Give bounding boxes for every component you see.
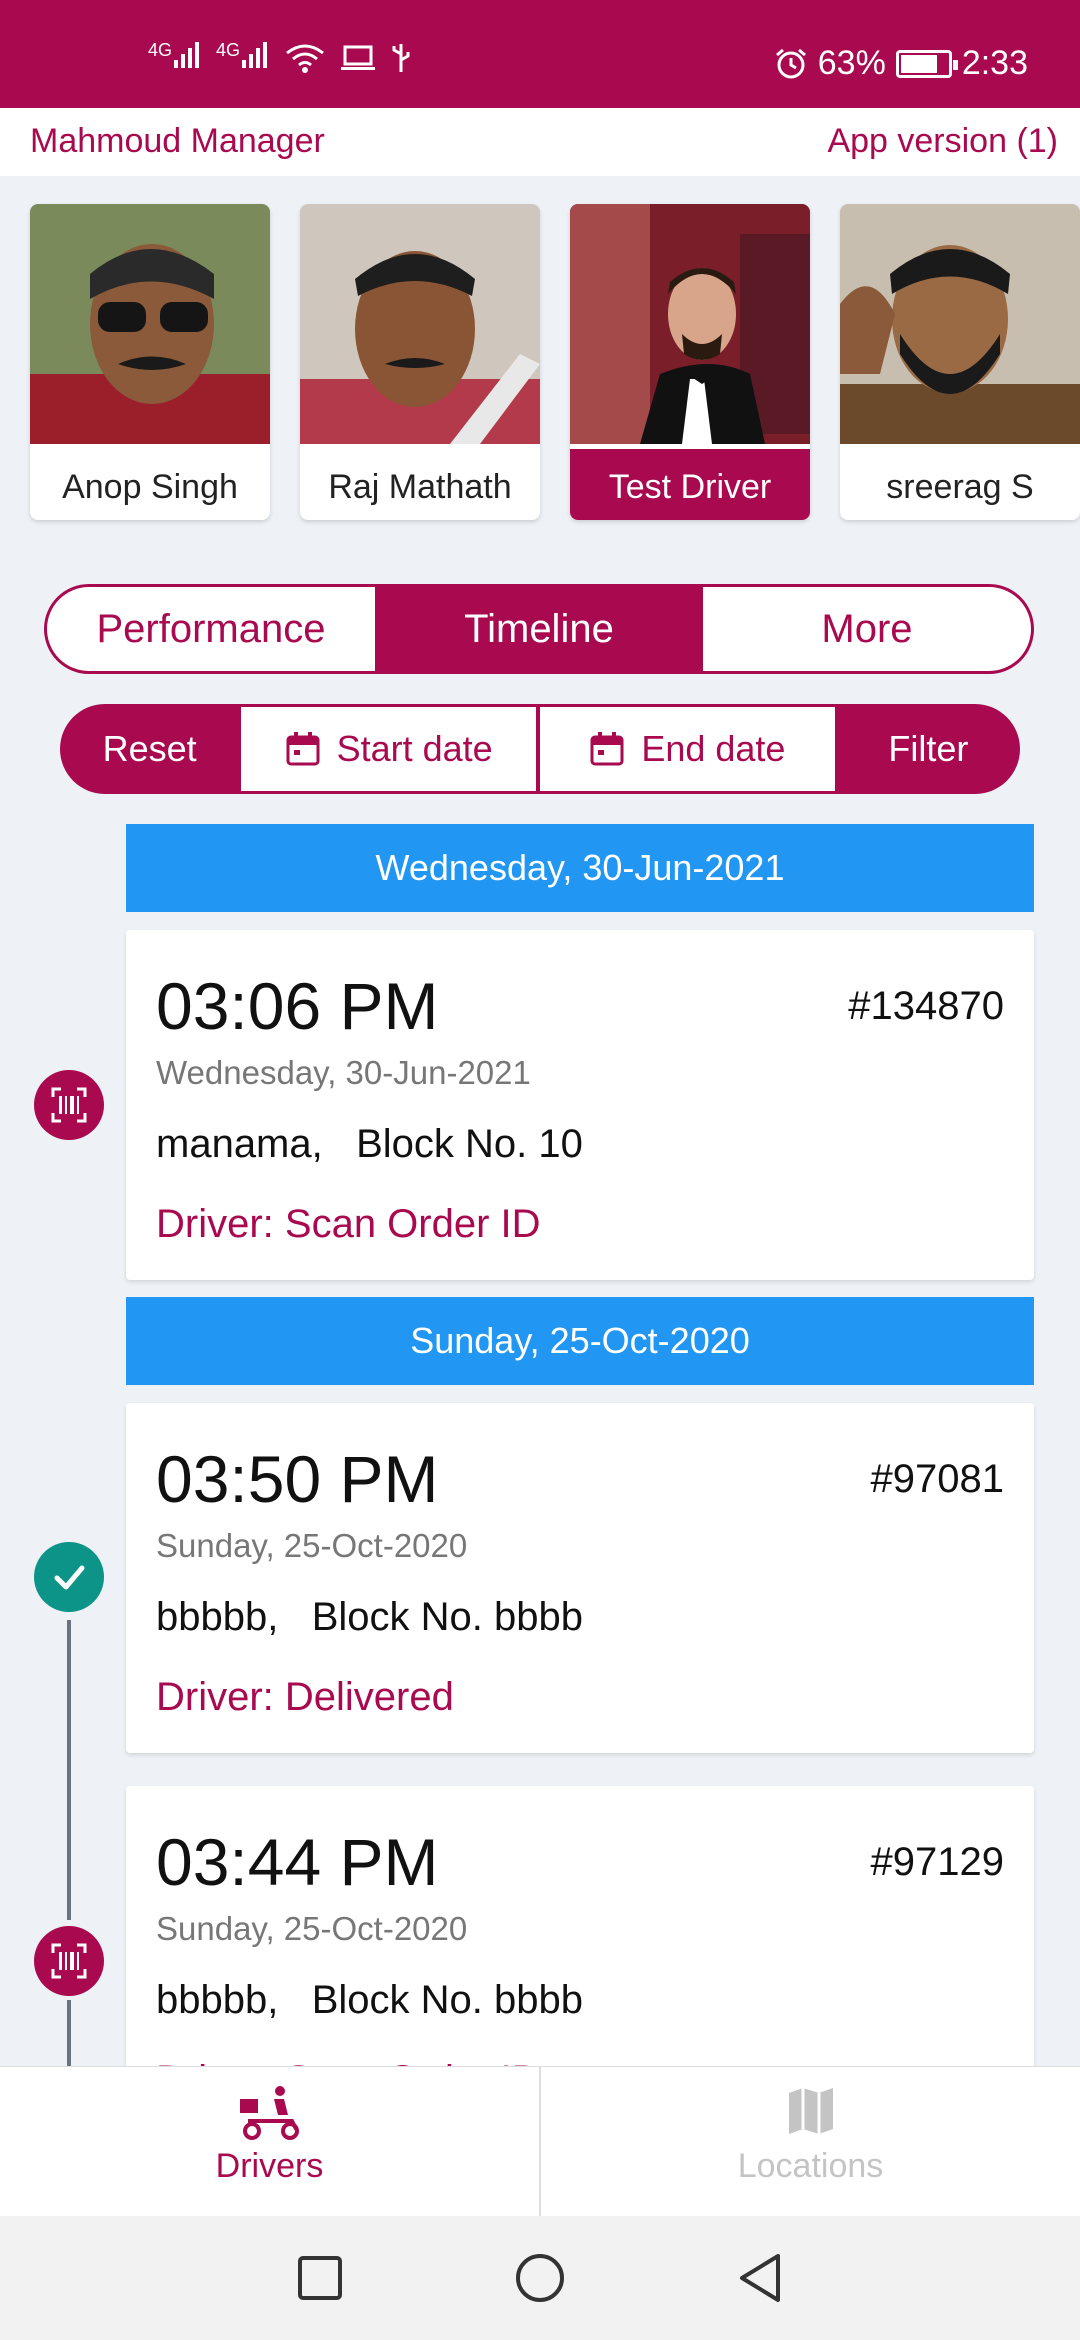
timeline-entry-card[interactable]: 03:44 PM #97129 Sunday, 25-Oct-2020 bbbb… xyxy=(126,1786,1034,2066)
entry-date: Sunday, 25-Oct-2020 xyxy=(156,1527,468,1564)
entry-address: bbbbb, Block No. bbbb xyxy=(156,1978,583,2023)
avatar xyxy=(840,204,1080,444)
battery-icon xyxy=(895,49,958,78)
driver-name: Anop Singh xyxy=(62,468,238,506)
date-filter-bar: Reset Start date End date Filter xyxy=(60,704,1020,794)
driver-card-selected[interactable]: Test Driver xyxy=(570,204,810,520)
reset-button[interactable]: Reset xyxy=(60,728,239,770)
bottom-navigation: Drivers Locations xyxy=(0,2066,1080,2216)
entry-address: manama, Block No. 10 xyxy=(156,1122,583,1167)
order-id: #134870 xyxy=(848,984,1004,1028)
nav-drivers-label: Drivers xyxy=(215,2147,324,2185)
status-icons-left: 4G 4G xyxy=(148,40,412,75)
driver-carousel[interactable]: Anop Singh Raj Mathath Test Driver sreer… xyxy=(0,176,1080,556)
entry-time: 03:06 PM xyxy=(156,969,439,1043)
entry-status: Driver: Scan Order ID xyxy=(156,1202,541,1246)
alarm-icon xyxy=(775,48,806,78)
entry-city: bbbbb, xyxy=(156,1978,279,2022)
calendar-icon xyxy=(286,732,320,766)
avatar xyxy=(30,204,270,444)
nav-drivers[interactable]: Drivers xyxy=(0,2067,539,2216)
map-icon xyxy=(788,2088,833,2134)
recent-apps-icon[interactable] xyxy=(296,2254,344,2302)
laptop-icon xyxy=(341,45,376,70)
signal-icon: 4G xyxy=(216,40,270,75)
entry-address: bbbbb, Block No. bbbb xyxy=(156,1595,583,1640)
entry-status: Driver: Scan Order ID xyxy=(156,2058,541,2066)
status-icons-right: 63% 2:33 xyxy=(774,44,1028,83)
tab-timeline[interactable]: Timeline xyxy=(375,587,703,671)
check-icon xyxy=(34,1542,104,1612)
status-bar: 4G 4G 63% 2:33 xyxy=(0,0,1080,108)
entry-city: manama, xyxy=(156,1122,323,1166)
timeline-entry-card[interactable]: 03:06 PM #134870 Wednesday, 30-Jun-2021 … xyxy=(126,930,1034,1280)
driver-name: Test Driver xyxy=(570,449,810,520)
entry-date: Sunday, 25-Oct-2020 xyxy=(156,1910,468,1947)
battery-percent: 63% xyxy=(817,44,886,82)
entry-block: Block No. bbbb xyxy=(311,1978,583,2022)
barcode-scan-icon xyxy=(34,1070,104,1140)
driver-name: Raj Mathath xyxy=(328,468,512,506)
entry-time: 03:50 PM xyxy=(156,1442,439,1516)
entry-block: Block No. bbbb xyxy=(311,1595,583,1639)
end-date-button[interactable]: End date xyxy=(540,707,835,791)
nav-locations[interactable]: Locations xyxy=(541,2067,1080,2216)
date-header: Sunday, 25-Oct-2020 xyxy=(126,1297,1034,1385)
date-header: Wednesday, 30-Jun-2021 xyxy=(126,824,1034,912)
entry-block: Block No. 10 xyxy=(356,1122,583,1166)
order-id: #97129 xyxy=(870,1840,1004,1884)
tab-more[interactable]: More xyxy=(703,587,1031,671)
driver-name: sreerag S xyxy=(886,468,1034,506)
delivery-scooter-icon xyxy=(239,2086,299,2140)
end-date-label: End date xyxy=(641,728,786,769)
view-tabs: Performance Timeline More xyxy=(44,584,1034,674)
avatar xyxy=(570,204,810,444)
nav-locations-label: Locations xyxy=(737,2147,884,2185)
entry-status: Driver: Delivered xyxy=(156,1675,454,1719)
calendar-icon xyxy=(590,732,624,766)
start-date-button[interactable]: Start date xyxy=(241,707,537,791)
home-icon[interactable] xyxy=(514,2252,566,2304)
system-navigation-bar xyxy=(0,2216,1080,2340)
app-header: Mahmoud Manager App version (1) xyxy=(0,108,1080,176)
entry-time: 03:44 PM xyxy=(156,1825,439,1899)
start-date-label: Start date xyxy=(336,728,493,769)
app-version: App version (1) xyxy=(827,122,1058,160)
back-icon[interactable] xyxy=(736,2252,784,2304)
driver-card[interactable]: sreerag S xyxy=(840,204,1080,520)
timeline-connector xyxy=(67,1620,71,1920)
barcode-scan-icon xyxy=(34,1926,104,1996)
entry-date: Wednesday, 30-Jun-2021 xyxy=(156,1054,531,1091)
avatar xyxy=(300,204,540,444)
filter-button[interactable]: Filter xyxy=(837,728,1020,770)
driver-card[interactable]: Raj Mathath xyxy=(300,204,540,520)
order-id: #97081 xyxy=(870,1457,1004,1501)
manager-name: Mahmoud Manager xyxy=(30,122,325,160)
tab-performance[interactable]: Performance xyxy=(47,587,375,671)
signal-icon: 4G xyxy=(148,40,202,75)
entry-city: bbbbb, xyxy=(156,1595,279,1639)
timeline-connector xyxy=(67,2000,71,2066)
driver-card[interactable]: Anop Singh xyxy=(30,204,270,520)
clock: 2:33 xyxy=(961,44,1028,82)
wifi-icon xyxy=(286,44,324,73)
usb-icon xyxy=(392,43,410,72)
timeline-entry-card[interactable]: 03:50 PM #97081 Sunday, 25-Oct-2020 bbbb… xyxy=(126,1403,1034,1753)
